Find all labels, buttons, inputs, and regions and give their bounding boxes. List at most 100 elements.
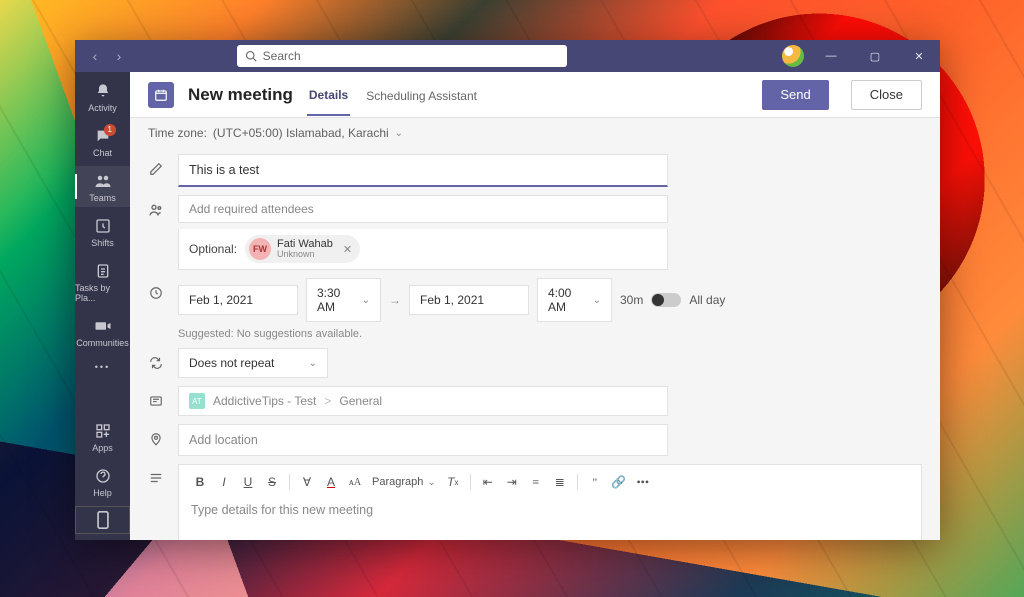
duration-label: 30m (620, 293, 643, 307)
recurrence-select[interactable]: Does not repeat⌄ (178, 348, 328, 378)
tab-scheduling-assistant[interactable]: Scheduling Assistant (364, 75, 479, 115)
pencil-icon (142, 154, 170, 176)
rail-device[interactable] (75, 506, 130, 534)
description-input[interactable]: Type details for this new meeting (179, 499, 921, 540)
allday-toggle[interactable] (651, 293, 681, 307)
rail-teams[interactable]: Teams (75, 166, 130, 207)
rail-help[interactable]: Help (75, 461, 130, 502)
send-button[interactable]: Send (762, 80, 828, 110)
rail-label: Communities (76, 338, 129, 348)
start-date-input[interactable]: Feb 1, 2021 (178, 285, 298, 315)
repeat-icon (142, 348, 170, 370)
attendee-chip: FW Fati Wahab Unknown ✕ (245, 235, 360, 263)
maximize-button[interactable]: ▢ (858, 40, 892, 72)
timezone-row[interactable]: Time zone: (UTC+05:00) Islamabad, Karach… (130, 118, 940, 148)
forward-button[interactable]: › (109, 48, 129, 64)
allday-label: All day (689, 293, 725, 307)
minimize-button[interactable]: — (814, 40, 848, 72)
description-editor: B I U S ∀ A ᴀA Paragraph⌄ Tx ⇤ (178, 464, 922, 540)
font-size-button[interactable]: ᴀA (344, 471, 366, 493)
optional-label: Optional: (189, 242, 237, 256)
app-rail: Activity 1 Chat Teams Shifts Tasks by Pl… (75, 40, 130, 540)
rail-label: Help (93, 488, 112, 498)
underline-button[interactable]: U (237, 471, 259, 493)
chat-badge: 1 (104, 124, 116, 136)
suggested-times: Suggested: No suggestions available. (178, 328, 922, 340)
chevron-down-icon: ⌄ (362, 295, 370, 306)
strike-button[interactable]: S (261, 471, 283, 493)
tab-details[interactable]: Details (307, 74, 350, 116)
channel-team: AddictiveTips - Test (213, 394, 316, 408)
close-window-button[interactable]: ✕ (902, 40, 936, 72)
rail-chat[interactable]: 1 Chat (75, 121, 130, 162)
rail-label: Tasks by Pla... (75, 283, 130, 303)
quote-button[interactable]: " (584, 471, 606, 493)
start-time-input[interactable]: 3:30 AM⌄ (306, 278, 381, 322)
people-icon (142, 195, 170, 217)
number-list-button[interactable]: ≣ (549, 471, 571, 493)
required-attendees-input[interactable]: Add required attendees (178, 195, 668, 223)
clock-icon (142, 278, 170, 300)
communities-icon (94, 317, 112, 335)
rail-communities[interactable]: Communities (75, 311, 130, 352)
meeting-title-input[interactable]: This is a test (178, 154, 668, 187)
rail-label: Apps (92, 443, 113, 453)
arrow-right-icon: → (389, 293, 401, 307)
optional-attendees-row[interactable]: Optional: FW Fati Wahab Unknown ✕ (178, 229, 668, 270)
meeting-form: This is a test Add required attendees Op… (130, 148, 940, 540)
clear-format-button[interactable]: Tx (442, 471, 464, 493)
rail-label: Shifts (91, 238, 114, 248)
bold-button[interactable]: B (189, 471, 211, 493)
page-title: New meeting (188, 85, 293, 105)
bell-icon (94, 82, 112, 100)
more-icon: ••• (95, 362, 110, 372)
apps-icon (94, 422, 112, 440)
channel-name: General (339, 394, 382, 408)
editor-toolbar: B I U S ∀ A ᴀA Paragraph⌄ Tx ⇤ (179, 465, 921, 499)
more-format-button[interactable]: ••• (632, 471, 654, 493)
close-button[interactable]: Close (851, 80, 922, 110)
calendar-icon (148, 82, 174, 108)
rail-activity[interactable]: Activity (75, 76, 130, 117)
rail-label: Activity (88, 103, 117, 113)
italic-button[interactable]: I (213, 471, 235, 493)
end-date-input[interactable]: Feb 1, 2021 (409, 285, 529, 315)
rail-apps[interactable]: Apps (75, 416, 130, 457)
timezone-value: (UTC+05:00) Islamabad, Karachi (213, 126, 389, 140)
highlight-button[interactable]: ∀ (296, 471, 318, 493)
shifts-icon (94, 217, 112, 235)
rail-label: Teams (89, 193, 116, 203)
bullet-list-button[interactable]: ≡ (525, 471, 547, 493)
search-placeholder: Search (263, 49, 301, 63)
search-icon (245, 50, 257, 62)
main-panel: New meeting Details Scheduling Assistant… (130, 40, 940, 540)
required-placeholder: Add required attendees (189, 202, 314, 216)
link-button[interactable]: 🔗 (608, 471, 630, 493)
attendee-status: Unknown (277, 250, 333, 260)
back-button[interactable]: ‹ (85, 48, 105, 64)
font-color-button[interactable]: A (320, 471, 342, 493)
location-input[interactable]: Add location (178, 424, 668, 456)
channel-icon (142, 386, 170, 408)
channel-input[interactable]: AT AddictiveTips - Test > General (178, 386, 668, 416)
chevron-down-icon: ⌄ (309, 358, 317, 369)
rail-more[interactable]: ••• (75, 356, 130, 376)
app-window: ‹ › Search — ▢ ✕ Activity 1 Chat Teams (75, 40, 940, 540)
location-icon (142, 424, 170, 446)
team-avatar: AT (189, 393, 205, 409)
paragraph-select[interactable]: Paragraph⌄ (368, 476, 440, 488)
end-time-input[interactable]: 4:00 AM⌄ (537, 278, 612, 322)
rail-tasks[interactable]: Tasks by Pla... (75, 256, 130, 307)
indent-increase-button[interactable]: ⇥ (501, 471, 523, 493)
teams-icon (94, 172, 112, 190)
timezone-label: Time zone: (148, 126, 207, 140)
remove-attendee-button[interactable]: ✕ (343, 243, 352, 256)
chevron-down-icon: ⌄ (593, 295, 601, 306)
page-header: New meeting Details Scheduling Assistant… (130, 72, 940, 118)
user-avatar[interactable] (782, 45, 804, 67)
indent-decrease-button[interactable]: ⇤ (477, 471, 499, 493)
rail-shifts[interactable]: Shifts (75, 211, 130, 252)
chevron-down-icon: ⌄ (395, 128, 403, 139)
breadcrumb-separator: > (324, 394, 331, 408)
search-box[interactable]: Search (237, 45, 567, 67)
